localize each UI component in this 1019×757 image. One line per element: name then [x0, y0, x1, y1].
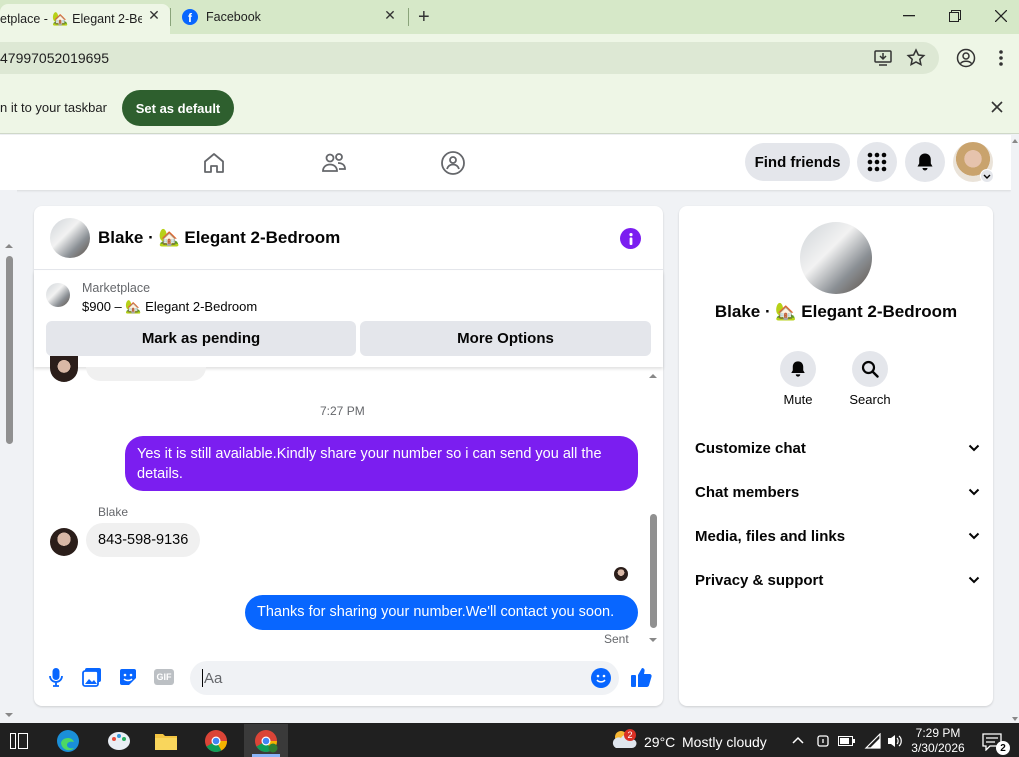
battery-icon[interactable] [838, 735, 856, 747]
minimize-icon[interactable] [886, 0, 932, 32]
infobar-text: n it to your taskbar [0, 100, 107, 115]
sender-label: Blake [98, 505, 129, 519]
message-status: Sent [604, 632, 629, 646]
chevron-up-icon[interactable] [792, 736, 804, 744]
blake-avatar[interactable] [50, 528, 78, 556]
close-window-icon[interactable] [978, 0, 1019, 32]
url-text: 47997052019695 [0, 50, 110, 66]
home-icon[interactable] [194, 147, 234, 179]
marketplace-label: Marketplace [82, 281, 151, 295]
tab-title-1b: Elegant 2-Bed [72, 12, 143, 26]
accordion-media-files[interactable]: Media, files and links [695, 524, 980, 548]
accordion-privacy-support[interactable]: Privacy & support [695, 568, 980, 592]
new-tab-button[interactable]: + [418, 0, 430, 34]
seen-avatar [614, 567, 628, 581]
chevron-down-icon[interactable] [980, 169, 994, 183]
search-icon[interactable] [852, 351, 888, 387]
bell-icon[interactable] [780, 351, 816, 387]
accordion-label: Privacy & support [695, 571, 824, 589]
more-options-button[interactable]: More Options [360, 321, 651, 356]
tab-close-icon[interactable]: ✕ [382, 7, 398, 23]
time-divider: 7:27 PM [320, 404, 365, 418]
paint-app-icon[interactable] [104, 727, 134, 755]
message-input-placeholder: Aa [204, 669, 223, 687]
chevron-down-icon [968, 488, 980, 496]
accordion-customize-chat[interactable]: Customize chat [695, 436, 980, 460]
clock-date: 3/30/2026 [911, 741, 965, 755]
tab-separator [170, 8, 171, 26]
messages-scrollbar[interactable] [648, 370, 658, 644]
weather-badge: 2 [624, 729, 636, 741]
sent-message-bubble[interactable]: Thanks for sharing your number.We'll con… [245, 595, 638, 630]
chat-title[interactable]: Blake · 🏡 Elegant 2-Bedroom [98, 228, 340, 248]
info-icon[interactable] [620, 228, 641, 249]
wifi-icon[interactable] [864, 733, 882, 749]
accordion-label: Customize chat [695, 439, 806, 457]
house-icon: 🏡 [51, 11, 69, 26]
menu-kebab-icon[interactable] [998, 48, 1004, 68]
notification-count-badge: 2 [996, 741, 1010, 755]
install-app-icon[interactable] [874, 49, 892, 67]
weather-temp[interactable]: 29°C [644, 734, 675, 750]
friends-icon[interactable] [314, 147, 354, 179]
clock-time: 7:29 PM [915, 726, 961, 740]
accordion-chat-members[interactable]: Chat members [695, 480, 980, 504]
received-message-bubble[interactable]: 843-598-9136 [86, 523, 201, 557]
tab-title-2: Facebook [206, 10, 261, 24]
emoji-icon[interactable] [591, 668, 611, 688]
volume-icon[interactable] [886, 733, 904, 749]
chevron-down-icon [968, 444, 980, 452]
profile-picture[interactable] [800, 222, 872, 294]
bookmark-star-icon[interactable] [906, 48, 926, 68]
message-input[interactable]: Aa [190, 661, 619, 695]
chrome-profile-icon[interactable] [251, 727, 281, 755]
mark-as-pending-button[interactable]: Mark as pending [46, 321, 356, 356]
search-label: Search [849, 392, 891, 407]
tab-marketplace-content[interactable]: etplace - 🏡 Elegant 2-Bed [0, 2, 160, 36]
chevron-down-icon [968, 532, 980, 540]
menu-grid-icon[interactable] [857, 142, 897, 182]
profile-icon[interactable] [956, 48, 976, 68]
info-panel-name: Blake · 🏡 Elegant 2-Bedroom [714, 302, 958, 321]
task-view-icon[interactable] [4, 727, 34, 755]
chrome-icon[interactable] [201, 727, 231, 755]
edge-icon[interactable] [53, 727, 83, 755]
meet-now-icon[interactable] [815, 733, 831, 749]
sent-message-bubble[interactable]: Yes it is still available.Kindly share y… [125, 436, 638, 491]
page-scrollbar[interactable] [1011, 135, 1019, 723]
accordion-label: Chat members [695, 483, 800, 501]
address-bar[interactable]: 47997052019695 [0, 42, 939, 74]
tab-separator [408, 8, 409, 26]
microphone-icon[interactable] [48, 667, 64, 687]
left-scrollbar[interactable] [0, 190, 17, 723]
like-thumb-icon[interactable] [630, 666, 652, 688]
restore-icon[interactable] [932, 0, 978, 32]
chat-avatar[interactable] [50, 218, 90, 258]
clock[interactable]: 7:29 PM 3/30/2026 [908, 726, 968, 756]
photo-icon[interactable] [82, 667, 102, 687]
chevron-down-icon [968, 576, 980, 584]
facebook-icon: f [182, 9, 198, 25]
listing-thumbnail [46, 283, 70, 307]
weather-text[interactable]: Mostly cloudy [682, 734, 767, 750]
previous-message-bubble [86, 367, 206, 381]
sticker-icon[interactable] [118, 667, 138, 687]
gif-icon[interactable]: GIF [154, 669, 174, 685]
file-explorer-icon[interactable] [151, 727, 181, 755]
groups-icon[interactable] [433, 147, 473, 179]
listing-text[interactable]: $900 – 🏡 Elegant 2-Bedroom [82, 299, 257, 315]
find-friends-button[interactable]: Find friends [745, 143, 850, 181]
infobar-close-icon[interactable] [991, 101, 1003, 113]
notifications-bell-icon[interactable] [905, 142, 945, 182]
tab-facebook[interactable]: f Facebook [182, 0, 402, 34]
set-as-default-button[interactable]: Set as default [122, 90, 234, 126]
tab-close-icon[interactable]: ✕ [146, 7, 162, 23]
accordion-label: Media, files and links [695, 527, 846, 545]
mute-label: Mute [783, 392, 813, 407]
tab-title-1: etplace - [0, 12, 48, 26]
